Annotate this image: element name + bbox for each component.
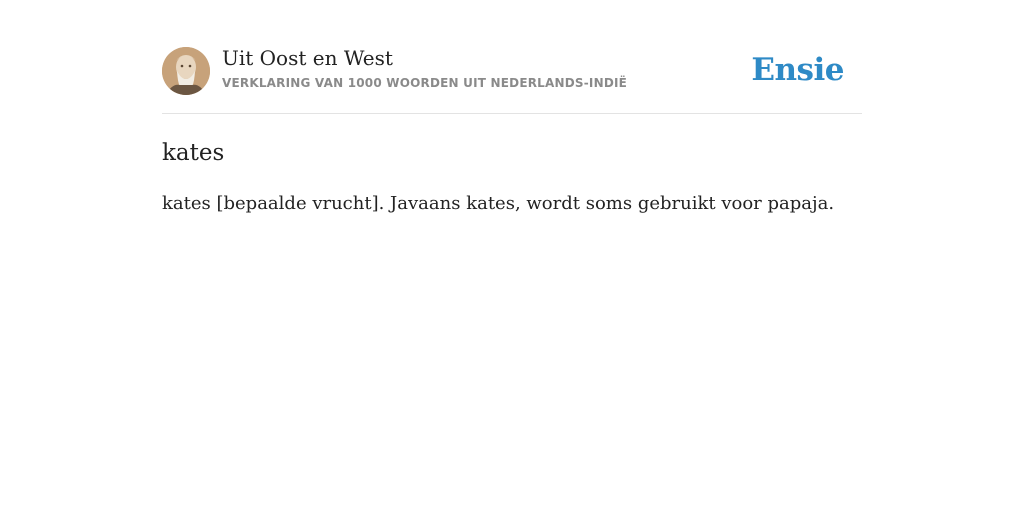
ensie-logo-link[interactable]: Ensie xyxy=(751,50,844,90)
entry-term: kates xyxy=(162,140,225,166)
site-subtitle: VERKLARING VAN 1000 WOORDEN UIT NEDERLAN… xyxy=(222,76,628,90)
site-title[interactable]: Uit Oost en West xyxy=(222,45,393,71)
page: Uit Oost en West VERKLARING VAN 1000 WOO… xyxy=(0,0,1024,512)
entry-definition: kates [bepaalde vrucht]. Javaans kates, … xyxy=(162,193,835,214)
header: Uit Oost en West VERKLARING VAN 1000 WOO… xyxy=(162,0,862,114)
author-portrait-icon[interactable] xyxy=(162,47,210,95)
content-container: Uit Oost en West VERKLARING VAN 1000 WOO… xyxy=(162,0,862,214)
